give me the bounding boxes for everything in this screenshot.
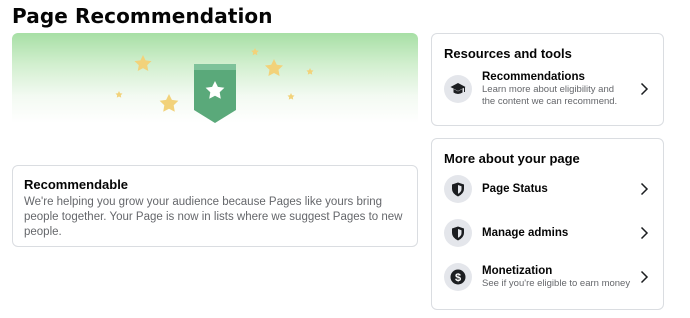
svg-text:$: $ [455, 272, 461, 284]
monetization-description: See if you're eligible to earn money [482, 278, 631, 289]
recommendable-card: Recommendable We're helping you grow you… [12, 165, 418, 247]
star-icon [287, 93, 295, 100]
page-status-label: Page Status [482, 183, 548, 195]
hero-banner [12, 33, 418, 123]
badge-illustration [115, 48, 314, 123]
recommendations-description-line2: the content we can recommend. [482, 96, 618, 107]
star-icon [306, 68, 314, 75]
shield-icon [444, 175, 472, 203]
star-icon [265, 59, 283, 76]
recommendations-item[interactable]: Recommendations Learn more about eligibi… [444, 71, 651, 107]
star-icon [115, 91, 123, 98]
resources-title: Resources and tools [444, 46, 572, 61]
shield-icon [444, 219, 472, 247]
graduation-cap-icon [444, 75, 472, 103]
star-icon [159, 94, 179, 112]
manage-admins-item[interactable]: Manage admins [444, 215, 651, 251]
page-title: Page Recommendation [12, 4, 273, 28]
resources-panel: Resources and tools Recommendations Lear… [431, 33, 664, 126]
badge-icon [194, 64, 236, 123]
star-icon [134, 55, 152, 71]
more-about-page-panel: More about your page Page Status Manage … [431, 138, 664, 310]
manage-admins-label: Manage admins [482, 227, 569, 239]
recommendations-description-line1: Learn more about eligibility and [482, 84, 615, 95]
star-icon [251, 48, 259, 56]
chevron-right-icon [640, 182, 649, 196]
chevron-right-icon [640, 82, 649, 96]
more-title: More about your page [444, 151, 580, 166]
chevron-right-icon [640, 226, 649, 240]
monetization-label: Monetization [482, 265, 553, 277]
monetization-item[interactable]: $ Monetization See if you're eligible to… [444, 259, 651, 295]
page-status-item[interactable]: Page Status [444, 171, 651, 207]
recommendations-label: Recommendations [482, 71, 585, 83]
recommendable-title: Recommendable [24, 177, 129, 192]
dollar-icon: $ [444, 263, 472, 291]
recommendable-description: We're helping you grow your audience bec… [24, 196, 403, 238]
chevron-right-icon [640, 270, 649, 284]
